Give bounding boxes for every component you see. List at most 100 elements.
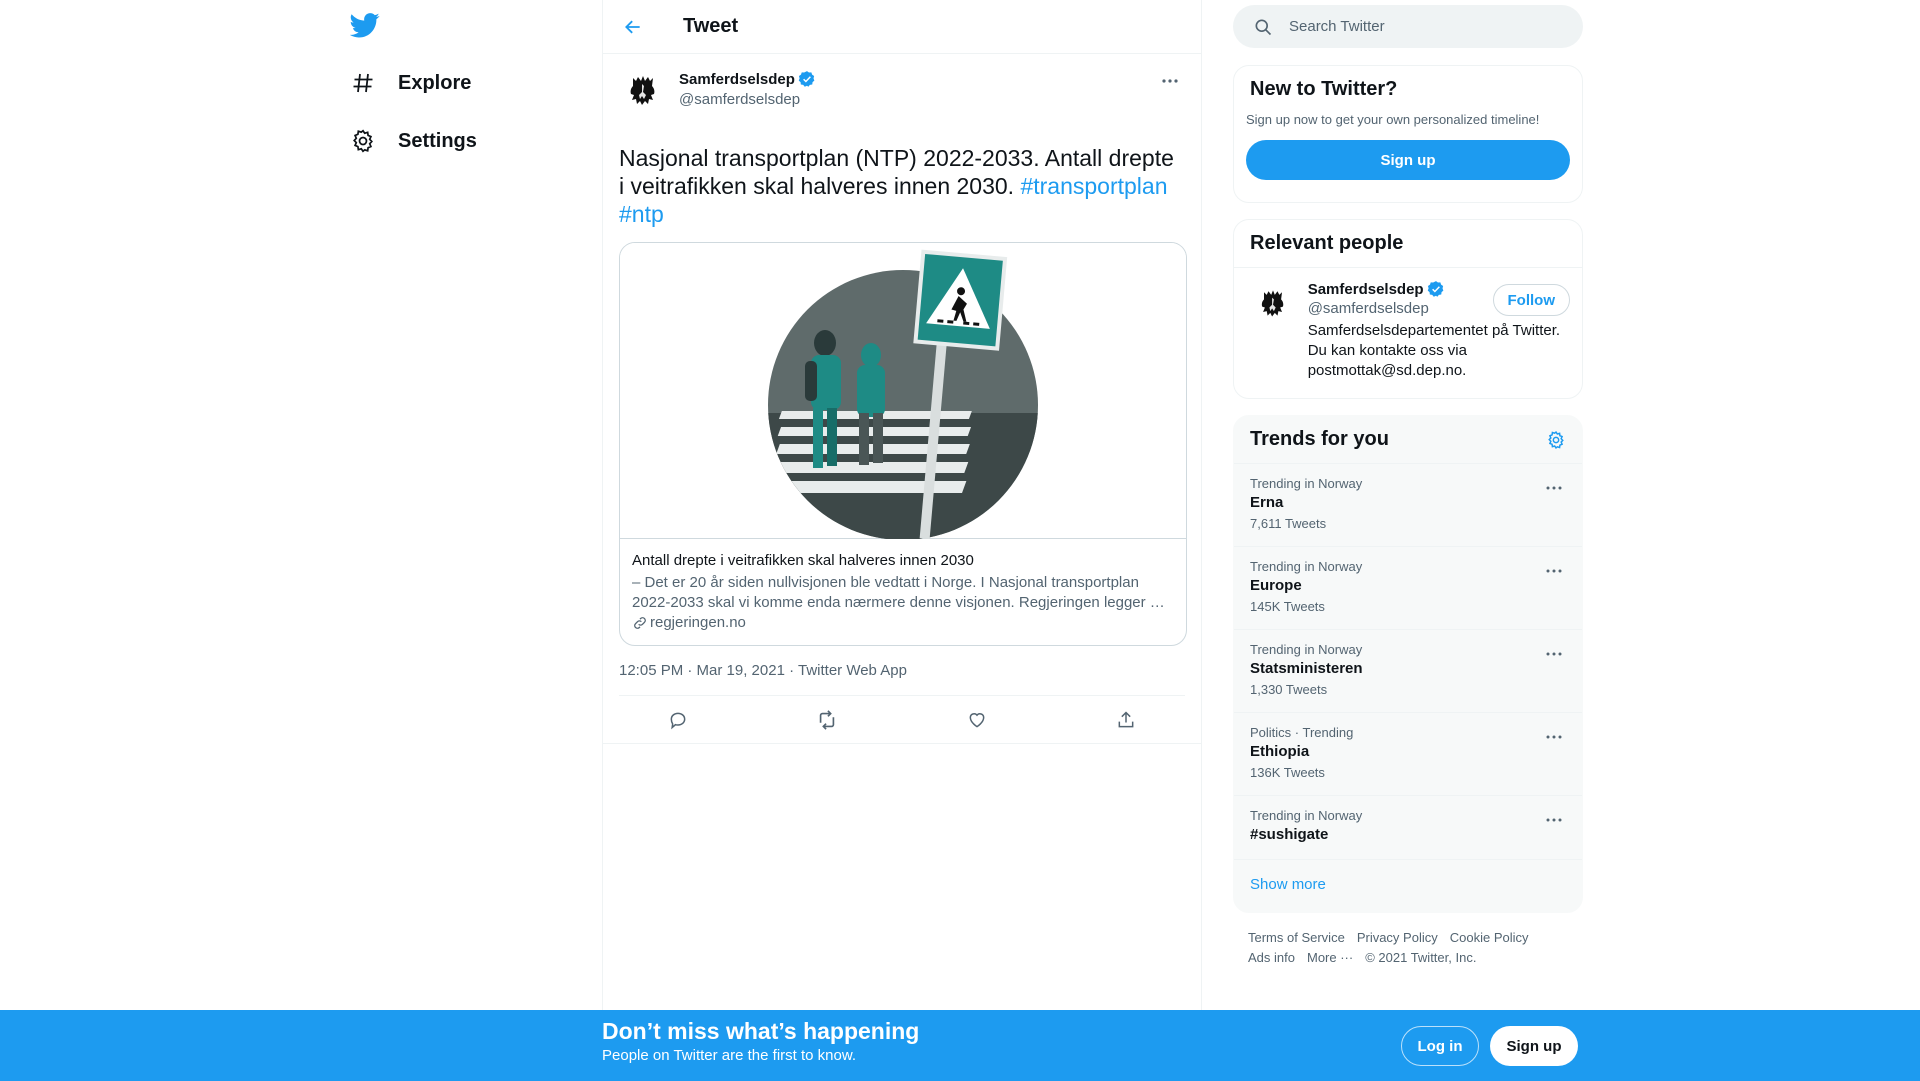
verified-icon (1427, 281, 1443, 297)
author-name-row[interactable]: Samferdselsdep (679, 70, 816, 88)
hashtag-link[interactable]: #transportplan (1020, 173, 1167, 199)
trend-item[interactable]: Trending in Norway Europe 145K Tweets (1234, 547, 1582, 630)
retweet-icon (820, 709, 835, 730)
relevant-people-title: Relevant people (1234, 220, 1582, 268)
trend-item[interactable]: Trending in Norway Erna 7,611 Tweets (1234, 464, 1582, 547)
nav-explore[interactable]: Explore (350, 58, 471, 108)
share-icon (1118, 710, 1134, 727)
person-bio: Samferdselsdepartementet på Twitter. Du … (1307, 322, 1561, 379)
hashtag-link[interactable]: #ntp (619, 201, 664, 227)
trends-header: Trends for you (1234, 416, 1582, 464)
trend-more-button[interactable] (1542, 727, 1566, 747)
new-to-twitter-title: New to Twitter? (1250, 78, 1398, 100)
trends-title: Trends for you (1250, 428, 1389, 450)
trend-name: Europe (1250, 577, 1302, 594)
trend-name: Ethiopia (1250, 743, 1310, 760)
coat-of-arms-icon (1261, 290, 1284, 317)
author-handle: @samferdselsdep (679, 91, 801, 108)
footer-links: Terms of Service Privacy Policy Cookie Pol… (1248, 928, 1578, 968)
avatar[interactable] (619, 66, 667, 114)
reply-icon (670, 712, 686, 729)
trend-more-button[interactable] (1542, 810, 1566, 830)
avatar[interactable] (1250, 280, 1296, 326)
bottom-bar-subtitle: People on Twitter are the first to know. (602, 1047, 857, 1064)
signup-button[interactable]: Sign up (1490, 1026, 1578, 1066)
search-box[interactable] (1233, 5, 1583, 48)
retweet-button[interactable] (808, 701, 846, 739)
trend-more-button[interactable] (1542, 478, 1566, 498)
trend-meta: Trending in Norway (1250, 808, 1363, 823)
trend-count: 136K Tweets (1250, 765, 1325, 780)
bottom-bar-title: Don’t miss what’s happening (602, 1018, 920, 1044)
more-dots-icon (1546, 652, 1562, 656)
tweet-more-button[interactable] (1155, 66, 1185, 96)
footer-copyright: © 2021 Twitter, Inc. (1365, 950, 1477, 965)
person-item[interactable]: Samferdselsdep @samferdselsdep Samferdse… (1234, 268, 1582, 393)
trend-count: 7,611 Tweets (1250, 516, 1327, 531)
card-title: Antall drepte i veitrafikken skal halver… (632, 552, 974, 569)
search-input[interactable] (1289, 18, 1549, 35)
nav-settings[interactable]: Settings (350, 116, 477, 166)
sidebar-signup-button[interactable]: Sign up (1246, 140, 1570, 180)
reply-button[interactable] (659, 701, 697, 739)
bottom-signup-bar: Don’t miss what’s happening People on Tw… (0, 1010, 1920, 1081)
more-dots-icon (1546, 818, 1562, 822)
more-dots-icon (1546, 486, 1562, 490)
more-dots-icon (1546, 735, 1562, 739)
verified-icon (798, 71, 815, 87)
show-more-link[interactable]: Show more (1234, 860, 1582, 909)
more-dots-icon (1546, 569, 1562, 573)
tweet: Samferdselsdep @samferdselsdep Nasjonal … (603, 54, 1201, 744)
trend-more-button[interactable] (1542, 561, 1566, 581)
footer-link-cookie[interactable]: Cookie Policy (1450, 930, 1529, 945)
share-button[interactable] (1107, 701, 1145, 739)
tweet-author: Samferdselsdep @samferdselsdep (619, 66, 1185, 122)
coat-of-arms-icon (630, 76, 655, 105)
twitter-logo-icon[interactable] (349, 10, 380, 40)
footer-link-more[interactable]: More ··· (1307, 950, 1353, 965)
like-button[interactable] (958, 701, 996, 739)
footer-link-terms[interactable]: Terms of Service (1248, 930, 1345, 945)
trend-meta: Politics · Trending (1250, 725, 1354, 740)
follow-button[interactable]: Follow (1492, 284, 1570, 316)
card-image (620, 243, 1186, 539)
gear-icon[interactable] (1546, 430, 1566, 450)
link-card[interactable]: Antall drepte i veitrafikken skal halver… (619, 242, 1187, 646)
page-title: Tweet (683, 15, 739, 37)
trend-meta: Trending in Norway (1250, 476, 1363, 491)
trend-count: 145K Tweets (1250, 599, 1325, 614)
trend-meta: Trending in Norway (1250, 642, 1363, 657)
card-domain: regjeringen.no (650, 614, 746, 631)
trend-item[interactable]: Politics · Trending Ethiopia 136K Tweets (1234, 713, 1582, 796)
back-button[interactable] (615, 9, 651, 45)
hashtag-icon (350, 70, 376, 96)
trend-item[interactable]: Trending in Norway Statsministeren 1,330… (1234, 630, 1582, 713)
trend-more-button[interactable] (1542, 644, 1566, 664)
trend-name: #sushigate (1250, 826, 1329, 843)
trend-count: 1,330 Tweets (1250, 682, 1328, 697)
gear-icon (350, 128, 376, 154)
card-body: Antall drepte i veitrafikken skal halver… (620, 539, 1186, 645)
like-icon (969, 712, 985, 728)
nav-explore-label: Explore (398, 71, 472, 94)
link-icon (634, 617, 646, 629)
nav-settings-label: Settings (398, 129, 477, 152)
main-column: Tweet Samferdselsdep @samferdselsdep Nas… (602, 0, 1202, 1010)
new-to-twitter-panel: New to Twitter? Sign up now to get your … (1233, 65, 1583, 203)
back-arrow-icon (625, 20, 640, 33)
card-description: – Det er 20 år siden nullvisjonen ble ve… (632, 574, 1165, 611)
new-to-twitter-subtitle: Sign up now to get your own personalized… (1246, 112, 1540, 127)
footer-link-ads[interactable]: Ads info (1248, 950, 1295, 965)
bottom-bar-text: Don’t miss what’s happening People on Tw… (602, 1018, 919, 1064)
search-icon (1255, 19, 1272, 35)
footer-link-privacy[interactable]: Privacy Policy (1357, 930, 1438, 945)
author-names: Samferdselsdep @samferdselsdep (679, 66, 816, 108)
trend-item[interactable]: Trending in Norway #sushigate (1234, 796, 1582, 860)
more-dots-icon (1162, 79, 1178, 83)
relevant-people-panel: Relevant people Samferdselsdep @samferds… (1233, 219, 1583, 399)
trend-meta: Trending in Norway (1250, 559, 1363, 574)
trend-name: Erna (1250, 494, 1284, 511)
tweet-timestamp[interactable]: 12:05 PM · Mar 19, 2021 · Twitter Web Ap… (619, 662, 1185, 696)
trend-name: Statsministeren (1250, 660, 1363, 677)
login-button[interactable]: Log in (1401, 1026, 1479, 1066)
